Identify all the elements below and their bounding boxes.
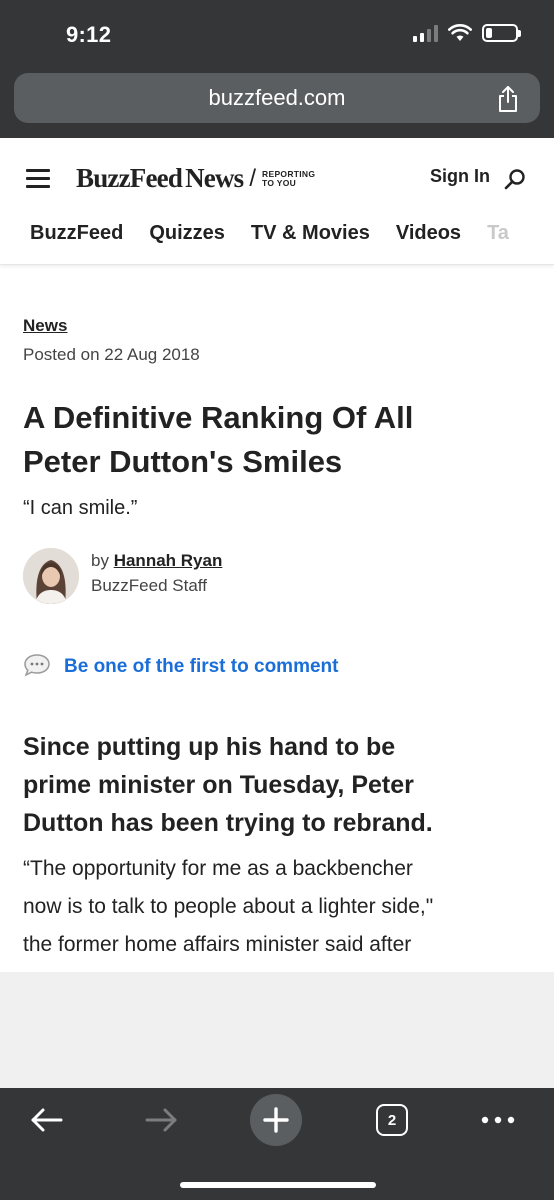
plus-icon [250,1094,302,1146]
address-bar[interactable]: buzzfeed.com [14,73,540,123]
new-tab-button[interactable] [250,1094,302,1146]
more-options-button[interactable] [480,1098,516,1142]
buzzfeed-news-logo[interactable]: BuzzFeed News / REPORTING TO YOU [76,163,315,194]
nav-item-videos[interactable]: Videos [396,222,461,245]
byline: by Hannah Ryan [91,551,223,570]
browser-top-bar: 9:12 buzzfeed.com [0,0,554,138]
share-icon[interactable] [496,85,520,113]
status-time: 9:12 [66,22,112,47]
nav-item-buzzfeed[interactable]: BuzzFeed [30,222,123,245]
browser-toolbar: 2 [0,1088,554,1200]
logo-buzzfeed-text: BuzzFeed [76,163,183,193]
category-link[interactable]: News [23,316,67,336]
menu-icon[interactable] [26,169,50,189]
article-body: “The opportunity for me as a backbencher… [23,857,434,956]
nav-item-tv-movies[interactable]: TV & Movies [251,222,370,245]
status-icons [413,24,521,42]
article-dek: “I can smile.” [23,497,138,519]
article-subhead: Since putting up his hand to be prime min… [23,733,433,837]
author-name-link[interactable]: Hannah Ryan [114,551,223,570]
forward-arrow-icon [145,1108,177,1132]
posted-date: Posted on 22 Aug 2018 [23,345,200,364]
home-indicator [180,1182,376,1188]
site-header: BuzzFeed News / REPORTING TO YOU Sign In … [0,138,554,265]
wifi-icon [448,24,472,41]
forward-button[interactable] [142,1098,182,1142]
tab-count-badge: 2 [376,1104,408,1136]
logo-news-text: News [185,163,244,193]
tab-switcher-button[interactable]: 2 [375,1098,409,1142]
cellular-signal-icon [413,24,438,42]
comment-link[interactable]: Be one of the first to comment [64,656,338,678]
back-arrow-icon [31,1108,63,1132]
logo-tagline: REPORTING TO YOU [262,168,316,188]
author-avatar[interactable] [23,548,79,604]
url-text: buzzfeed.com [208,85,346,110]
logo-slash: / [249,164,257,192]
web-page: BuzzFeed News / REPORTING TO YOU Sign In … [0,138,554,972]
nav-item-truncated[interactable]: Ta [487,222,509,245]
article-headline: A Definitive Ranking Of All Peter Dutton'… [23,400,414,479]
section-nav: BuzzFeed Quizzes TV & Movies Videos Ta [30,222,535,245]
author-role: BuzzFeed Staff [91,576,207,595]
sign-in-link[interactable]: Sign In [430,166,490,187]
battery-icon [482,24,521,42]
back-button[interactable] [26,1098,66,1142]
search-icon[interactable] [503,167,527,191]
comment-bubble-icon[interactable] [23,653,51,677]
more-dots-icon [481,1116,515,1124]
nav-item-quizzes[interactable]: Quizzes [149,222,225,245]
